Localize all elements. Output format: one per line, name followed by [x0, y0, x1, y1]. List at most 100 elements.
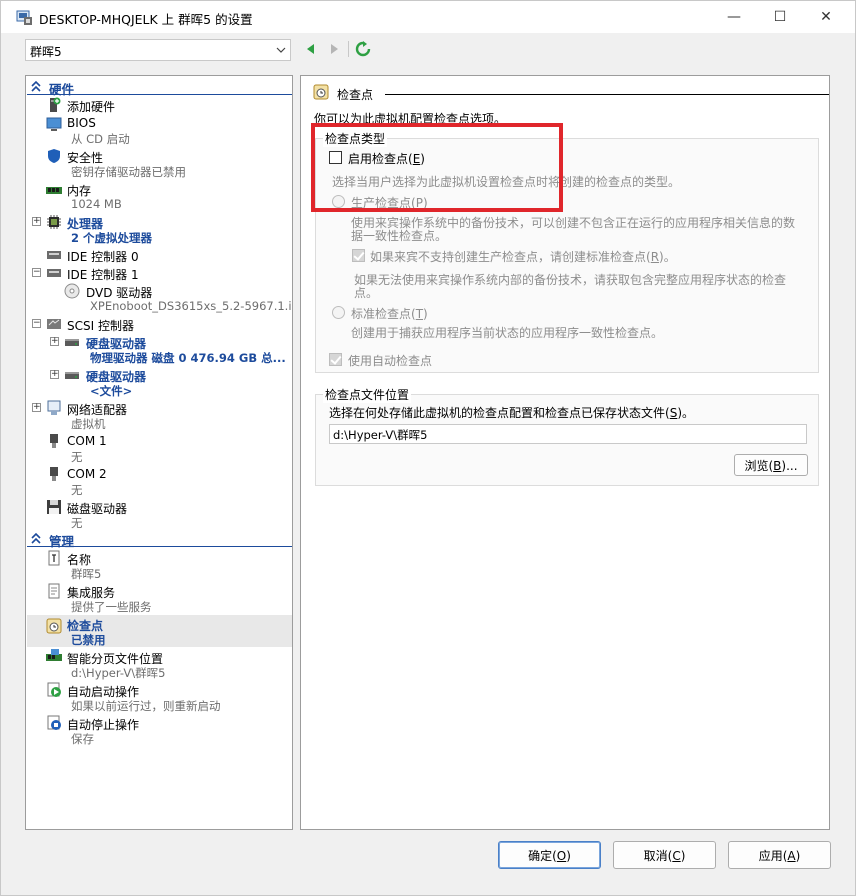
- processor-icon: [47, 215, 61, 229]
- forward-arrow-icon[interactable]: [326, 41, 342, 57]
- tree-item-com-2[interactable]: COM 2 无: [26, 465, 292, 497]
- standard-checkpoint-label: 标准检查点(T): [351, 307, 428, 321]
- browse-button[interactable]: 浏览(B)...: [734, 454, 808, 476]
- tree-item-title: COM 2: [67, 467, 107, 481]
- vm-selector[interactable]: 群晖5: [25, 39, 291, 61]
- pane-header: 检查点: [313, 82, 829, 102]
- automatic-checkpoints-checkbox[interactable]: [329, 353, 342, 366]
- tree-item-auto-start[interactable]: 自动启动操作 如果以前运行过，则重新启动: [26, 681, 292, 713]
- collapse-minus-icon[interactable]: −: [32, 268, 41, 277]
- expand-plus-icon[interactable]: +: [32, 217, 41, 226]
- tree-item-security[interactable]: 安全性 密钥存储驱动器已禁用: [26, 147, 292, 179]
- tree-item-com-1[interactable]: COM 1 无: [26, 432, 292, 464]
- tree-item-subtitle: 群晖5: [71, 567, 102, 581]
- tree-item-subtitle: 物理驱动器 磁盘 0 476.94 GB 总...: [90, 351, 286, 365]
- tree-item-subtitle: 无: [71, 450, 83, 464]
- collapse-chevron-icon: [31, 532, 41, 544]
- tree-item-checkpoints[interactable]: 检查点 已禁用: [26, 615, 292, 647]
- tree-item-add-hardware[interactable]: 添加硬件: [26, 96, 292, 114]
- ok-button[interactable]: 确定(O): [498, 841, 601, 869]
- tree-item-title: IDE 控制器 1: [67, 268, 139, 282]
- cancel-button[interactable]: 取消(C): [613, 841, 716, 869]
- tree-item-ide-0[interactable]: IDE 控制器 0: [26, 246, 292, 264]
- chevron-down-icon: [276, 47, 286, 53]
- tree-item-diskette-drive[interactable]: 磁盘驱动器 无: [26, 498, 292, 530]
- checkpoint-icon: [46, 618, 62, 634]
- hyperv-settings-icon: [16, 10, 32, 25]
- collapse-chevron-icon: [31, 80, 41, 92]
- fallback-standard-checkbox[interactable]: [352, 249, 365, 262]
- title-bar: DESKTOP-MHQJELK 上 群晖5 的设置 — ☐ ✕: [1, 1, 855, 33]
- vm-selector-value: 群晖5: [30, 45, 62, 59]
- tree-item-subtitle: d:\Hyper-V\群晖5: [71, 666, 166, 680]
- minimize-button[interactable]: —: [711, 1, 757, 33]
- hard-drive-icon: [65, 372, 79, 379]
- shield-icon: [48, 149, 60, 163]
- tree-item-hard-drive-1[interactable]: + 硬盘驱动器 物理驱动器 磁盘 0 476.94 GB 总...: [26, 333, 292, 365]
- standard-checkpoint-radio[interactable]: [332, 306, 345, 319]
- auto-start-icon: [47, 682, 61, 697]
- fallback-desc-line1: 如果无法使用来宾操作系统内部的备份技术，请获取包含完整应用程序状态的检查: [354, 273, 787, 287]
- section-header-management[interactable]: 管理: [27, 531, 292, 549]
- tree-item-subtitle: 提供了一些服务: [71, 600, 152, 614]
- ok-button-label: 确定(O): [528, 848, 571, 863]
- header-rule: [385, 94, 829, 95]
- floppy-disk-icon: [47, 500, 61, 514]
- tree-item-auto-stop[interactable]: 自动停止操作 保存: [26, 714, 292, 746]
- browse-button-label: 浏览(B)...: [744, 458, 798, 473]
- tree-item-title: BIOS: [67, 116, 96, 130]
- close-icon: ✕: [820, 9, 832, 25]
- tree-item-name[interactable]: 名称 群晖5: [26, 549, 292, 581]
- fallback-standard-label: 如果来宾不支持创建生产检查点，请创建标准检查点(R)。: [370, 250, 676, 264]
- section-header-hardware[interactable]: 硬件: [27, 79, 292, 97]
- cancel-button-label: 取消(C): [643, 848, 686, 863]
- tree-item-subtitle: 密钥存储驱动器已禁用: [71, 165, 186, 179]
- tree-item-title: 添加硬件: [67, 100, 116, 114]
- refresh-icon[interactable]: [355, 41, 371, 57]
- tree-item-subtitle: 2 个虚拟处理器: [71, 231, 153, 245]
- smart-paging-icon: [46, 649, 62, 661]
- toolbar-divider: [348, 41, 349, 57]
- tree-item-memory[interactable]: 内存 1024 MB: [26, 180, 292, 212]
- tree-item-subtitle: 保存: [71, 732, 94, 746]
- dvd-disc-icon: [64, 283, 80, 299]
- checkpoint-location-legend: 检查点文件位置: [323, 386, 412, 403]
- checkpoint-path-input[interactable]: d:\Hyper-V\群晖5: [329, 424, 807, 444]
- annotation-highlight-box: [311, 123, 563, 212]
- tree-item-network-adapter[interactable]: + 网络适配器 虚拟机: [26, 399, 292, 431]
- tree-item-scsi-controller[interactable]: − SCSI 控制器: [26, 315, 292, 333]
- expand-plus-icon[interactable]: +: [50, 370, 59, 379]
- minimize-icon: —: [727, 9, 741, 25]
- expand-plus-icon[interactable]: +: [50, 337, 59, 346]
- tree-item-dvd-drive[interactable]: DVD 驱动器 XPEnoboot_DS3615xs_5.2-5967.1.is…: [26, 282, 292, 314]
- tree-item-subtitle: 虚拟机: [71, 417, 106, 431]
- back-arrow-icon[interactable]: [303, 41, 319, 57]
- tree-item-subtitle: 1024 MB: [71, 197, 122, 211]
- apply-button[interactable]: 应用(A): [728, 841, 831, 869]
- tree-item-ide-1[interactable]: − IDE 控制器 1: [26, 264, 292, 282]
- tree-item-subtitle: 已禁用: [71, 633, 106, 647]
- tree-item-hard-drive-2[interactable]: + 硬盘驱动器 <文件>: [26, 366, 292, 398]
- maximize-button[interactable]: ☐: [757, 1, 803, 33]
- hard-drive-icon: [65, 339, 79, 346]
- apply-button-label: 应用(A): [758, 848, 801, 863]
- settings-tree: 硬件 添加硬件 BIOS 从 CD 启动 安全性 密钥存储驱动器已禁用 内存 1…: [25, 75, 293, 830]
- tree-item-smart-paging[interactable]: 智能分页文件位置 d:\Hyper-V\群晖5: [26, 648, 292, 680]
- collapse-minus-icon[interactable]: −: [32, 319, 41, 328]
- tree-item-integration-services[interactable]: 集成服务 提供了一些服务: [26, 582, 292, 614]
- tree-item-title: SCSI 控制器: [67, 319, 134, 333]
- name-tag-icon: [48, 550, 60, 566]
- ide-controller-icon: [47, 269, 61, 277]
- auto-stop-icon: [47, 715, 61, 730]
- tree-item-subtitle: XPEnoboot_DS3615xs_5.2-5967.1.iso: [90, 299, 293, 313]
- production-desc-line2: 据一致性检查点。: [351, 229, 448, 243]
- tree-item-bios[interactable]: BIOS 从 CD 启动: [26, 114, 292, 146]
- expand-plus-icon[interactable]: +: [32, 403, 41, 412]
- tree-item-processor[interactable]: + 处理器 2 个虚拟处理器: [26, 213, 292, 245]
- checkpoint-icon: [313, 84, 329, 100]
- close-button[interactable]: ✕: [803, 1, 849, 33]
- memory-chip-icon: [46, 187, 62, 194]
- checkpoint-location-desc: 选择在何处存储此虚拟机的检查点配置和检查点已保存状态文件(S)。: [329, 406, 695, 420]
- ide-controller-icon: [47, 251, 61, 259]
- maximize-icon: ☐: [773, 9, 787, 25]
